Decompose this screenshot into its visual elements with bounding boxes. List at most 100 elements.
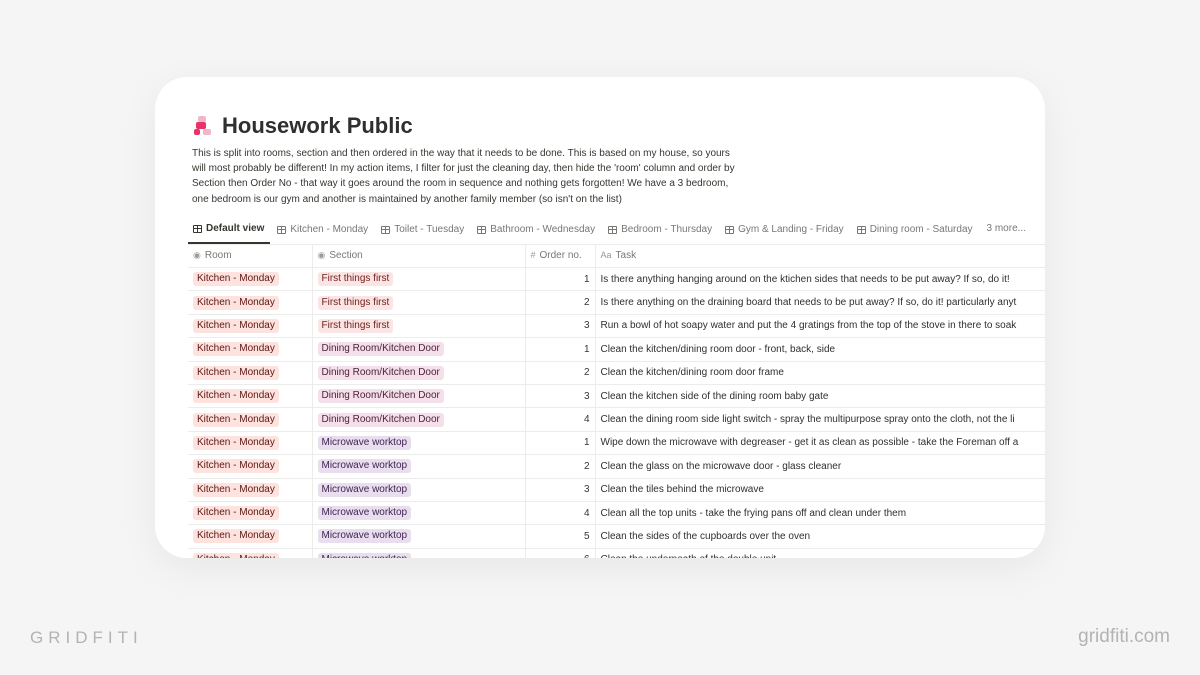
select-icon: ◉ — [193, 250, 201, 260]
section-cell[interactable]: Microwave worktop — [312, 548, 526, 558]
table-row[interactable]: Kitchen - Monday Microwave worktop 6Clean … — [188, 548, 1045, 558]
table-row[interactable]: Kitchen - Monday Dining Room/Kitchen Door… — [188, 361, 1045, 385]
task-cell[interactable]: Clean the sides of the cupboards over th… — [595, 524, 1045, 549]
room-cell[interactable]: Kitchen - Monday — [188, 337, 313, 362]
table-row[interactable]: Kitchen - Monday Microwave worktop 2 Clean … — [188, 454, 1045, 479]
task-cell[interactable]: Clean the underneath of the double unit — [595, 548, 1045, 558]
table-row[interactable]: Kitchen - Monday Microwave worktop 1 Wipe d… — [188, 431, 1045, 456]
section-tag: Dining Room/Kitchen Door — [317, 365, 444, 380]
section-cell[interactable]: Dining Room/Kitchen Door — [312, 337, 526, 362]
column-header-task[interactable]: Aa Task — [595, 244, 1045, 268]
tab-toilet-tuesday[interactable]: Toilet - Tuesday — [376, 219, 470, 244]
section-cell[interactable]: Microwave worktop — [312, 478, 526, 502]
task-cell[interactable]: Wipe down the microwave with degreaser -… — [595, 431, 1045, 456]
tab-kitchen-monday[interactable]: Kitchen - Monday — [272, 219, 374, 244]
room-cell[interactable]: Kitchen - Monday — [188, 524, 313, 549]
task-cell[interactable]: Clean the tiles behind the microwave — [595, 478, 1045, 502]
order-cell[interactable]: 4 — [525, 407, 596, 432]
table-row[interactable]: Kitchen - Monday Dining Room/Kitchen Door… — [188, 337, 1045, 362]
column-header-room[interactable]: ◉ Room — [188, 244, 313, 268]
room-cell[interactable]: Kitchen - Monday — [188, 431, 313, 456]
table-row[interactable]: Kitchen - Monday First things first 2 Is th… — [188, 290, 1045, 315]
section-cell[interactable]: Microwave worktop — [312, 431, 526, 456]
column-label: Room — [204, 250, 232, 261]
tab-bathroom-wednesday[interactable]: Bathroom - Wednesday — [472, 219, 601, 244]
section-cell[interactable]: First things first — [312, 314, 526, 339]
room-cell[interactable]: Kitchen - Monday — [188, 384, 313, 409]
section-cell[interactable]: First things first — [312, 290, 526, 315]
column-header-order-no[interactable]: # Order no. — [525, 244, 596, 268]
section-cell[interactable]: Dining Room/Kitchen Door — [312, 407, 526, 432]
table-row[interactable]: Kitchen - Monday First things first 1 Is th… — [188, 267, 1045, 292]
view-tabs: Default view Kitchen - Monday Toilet - Tue… — [188, 219, 1032, 244]
section-tag: Microwave worktop — [317, 529, 412, 544]
more-views-button[interactable]: 3 more... — [981, 219, 1032, 244]
table-row[interactable]: Kitchen - Monday Microwave worktop 4 Clean … — [188, 501, 1045, 526]
order-cell[interactable]: 2 — [525, 454, 596, 479]
table-row[interactable]: Kitchen - Monday Microwave worktop 3 Clean … — [188, 478, 1045, 502]
task-cell[interactable]: Is there anything on the draining board … — [595, 290, 1045, 315]
room-cell[interactable]: Kitchen - Monday — [188, 478, 313, 502]
text-icon: Aa — [600, 250, 612, 260]
room-tag: Kitchen - Monday — [193, 435, 279, 450]
column-label: Task — [615, 250, 637, 261]
task-cell[interactable]: Clean the kitchen side of the dining roo… — [595, 384, 1045, 409]
task-cell[interactable]: Run a bowl of hot soapy water and put th… — [595, 314, 1045, 339]
task-cell[interactable]: Clean all the top units - take the fryin… — [595, 501, 1045, 526]
order-cell[interactable]: 1 — [525, 337, 596, 362]
room-cell[interactable]: Kitchen - Monday — [188, 290, 313, 315]
tab-default-view[interactable]: Default view — [188, 219, 271, 244]
section-tag: Dining Room/Kitchen Door — [317, 342, 444, 357]
order-cell[interactable]: 5 — [525, 524, 596, 549]
order-cell[interactable]: 6 — [525, 548, 596, 558]
task-cell[interactable]: Clean the glass on the microwave door - … — [595, 454, 1045, 479]
room-cell[interactable]: Kitchen - Monday — [188, 454, 313, 479]
table-row[interactable]: Kitchen - Monday Dining Room/Kitchen Door… — [188, 407, 1045, 432]
order-cell[interactable]: 1 — [525, 267, 596, 292]
order-cell[interactable]: 2 — [525, 290, 596, 315]
table-icon — [381, 225, 391, 234]
section-cell[interactable]: Microwave worktop — [312, 454, 526, 479]
order-cell[interactable]: 3 — [525, 384, 596, 409]
tab-bedroom-thursday[interactable]: Bedroom - Thursday — [603, 219, 718, 244]
room-cell[interactable]: Kitchen - Monday — [188, 314, 313, 339]
section-cell[interactable]: Dining Room/Kitchen Door — [312, 384, 526, 409]
room-cell[interactable]: Kitchen - Monday — [188, 548, 313, 558]
order-cell[interactable]: 3 — [525, 478, 596, 502]
order-cell[interactable]: 1 — [525, 431, 596, 456]
table-icon — [608, 225, 618, 234]
order-cell[interactable]: 4 — [525, 501, 596, 526]
section-cell[interactable]: Dining Room/Kitchen Door — [312, 361, 526, 385]
room-tag: Kitchen - Monday — [193, 389, 279, 404]
tab-gym-landing-friday[interactable]: Gym & Landing - Friday — [720, 219, 850, 244]
order-cell[interactable]: 3 — [525, 314, 596, 339]
room-tag: Kitchen - Monday — [193, 459, 279, 474]
task-cell[interactable]: Clean the kitchen/dining room door frame — [595, 361, 1045, 385]
room-cell[interactable]: Kitchen - Monday — [188, 267, 313, 292]
footer-site: gridfiti.com — [1078, 626, 1170, 647]
section-cell[interactable]: First things first — [312, 267, 526, 292]
room-cell[interactable]: Kitchen - Monday — [188, 407, 313, 432]
table-row[interactable]: Kitchen - Monday Dining Room/Kitchen Door… — [188, 384, 1045, 409]
section-cell[interactable]: Microwave worktop — [312, 524, 526, 549]
order-cell[interactable]: 2 — [525, 361, 596, 385]
page-title-text: Housework Public — [222, 113, 413, 138]
room-tag: Kitchen - Monday — [193, 482, 279, 497]
room-cell[interactable]: Kitchen - Monday — [188, 361, 313, 385]
room-tag: Kitchen - Monday — [193, 318, 279, 333]
task-cell[interactable]: Is there anything hanging around on the … — [595, 267, 1045, 292]
task-cell[interactable]: Clean the dining room side light switch … — [595, 407, 1045, 432]
table-row[interactable]: Kitchen - Monday First things first 3 Run a… — [188, 314, 1045, 339]
section-tag: Dining Room/Kitchen Door — [317, 389, 444, 404]
tab-dining-room-saturday[interactable]: Dining room - Saturday — [852, 219, 979, 244]
section-tag: Microwave worktop — [317, 552, 412, 558]
task-cell[interactable]: Clean the kitchen/dining room door - fro… — [595, 337, 1045, 362]
table-row[interactable]: Kitchen - Monday Microwave worktop 5 Clean … — [188, 524, 1045, 549]
room-cell[interactable]: Kitchen - Monday — [188, 501, 313, 526]
table-icon — [725, 225, 735, 234]
column-header-section[interactable]: ◉ Section — [312, 244, 526, 268]
tab-label: Toilet - Tuesday — [394, 224, 465, 235]
tab-label: Default view — [206, 223, 265, 234]
section-cell[interactable]: Microwave worktop — [312, 501, 526, 526]
room-tag: Kitchen - Monday — [193, 272, 279, 287]
